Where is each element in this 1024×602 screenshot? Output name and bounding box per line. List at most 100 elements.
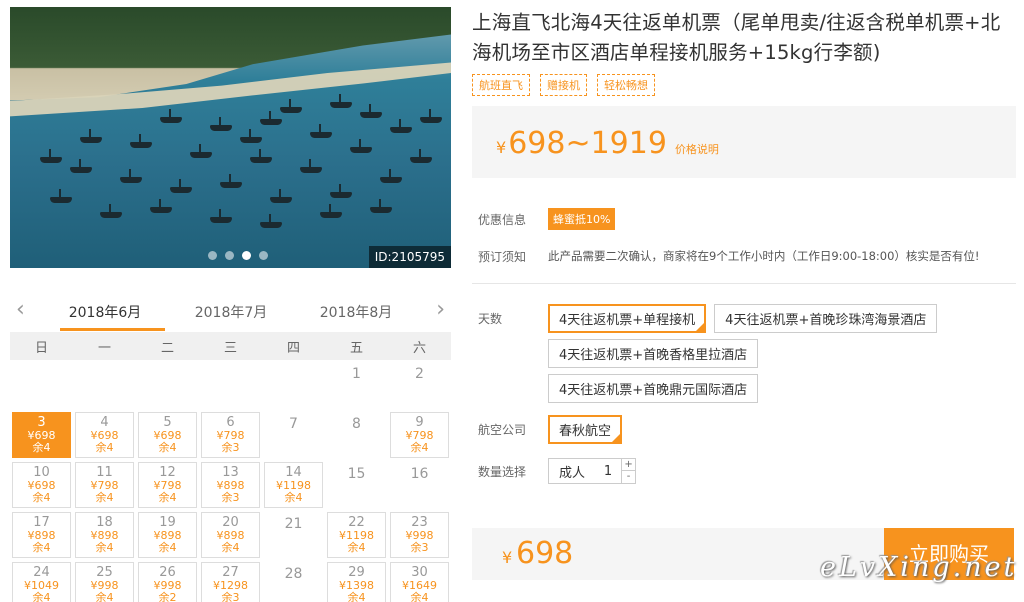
- day-number: 4: [100, 415, 109, 430]
- calendar-day[interactable]: 13 ¥898 余3: [201, 462, 260, 508]
- boat-shape: [350, 139, 372, 153]
- boat-shape: [250, 149, 272, 163]
- day-number: 28: [284, 566, 303, 582]
- boat-shape: [390, 119, 412, 133]
- calendar-day[interactable]: 4 ¥698 余4: [75, 412, 134, 458]
- day-number: 7: [289, 416, 298, 432]
- calendar-day[interactable]: 29 ¥1398 余4: [327, 562, 386, 602]
- boat-shape: [220, 174, 242, 188]
- quantity-row: 数量选择 成人 1 + -: [478, 458, 1016, 484]
- boat-shape: [50, 189, 72, 203]
- quantity-value[interactable]: 1: [595, 464, 621, 479]
- notice-label: 预订须知: [478, 250, 527, 264]
- calendar-nav: ‹ 2018年6月 2018年7月 2018年8月 ›: [10, 292, 451, 332]
- boat-shape: [410, 149, 432, 163]
- quantity-plus-icon[interactable]: +: [622, 459, 636, 471]
- boat-shape: [80, 129, 102, 143]
- calendar-day[interactable]: 14 ¥1198 余4: [264, 462, 323, 508]
- month-tab-1[interactable]: 2018年6月: [55, 302, 165, 331]
- day-number: 11: [96, 465, 113, 480]
- carousel-dot[interactable]: [225, 251, 234, 260]
- calendar-day[interactable]: 5 ¥698 余4: [138, 412, 197, 458]
- weekday-3: 三: [223, 340, 237, 356]
- calendar-day[interactable]: 30 ¥1649 余4: [390, 562, 449, 602]
- discount-badge: 蜂蜜抵10%: [548, 208, 616, 230]
- day-option-2[interactable]: 4天往返机票+首晚珍珠湾海景酒店: [714, 304, 938, 333]
- calendar-prev-icon[interactable]: ‹: [16, 299, 25, 321]
- day-number: 15: [347, 466, 366, 482]
- calendar-day[interactable]: 24 ¥1049 余4: [12, 562, 71, 602]
- boat-shape: [210, 117, 232, 131]
- calendar-day[interactable]: 25 ¥998 余4: [75, 562, 134, 602]
- day-number: 9: [415, 415, 424, 430]
- day-stock: 余4: [95, 541, 114, 554]
- weekday-2: 二: [160, 340, 174, 356]
- product-photo[interactable]: ID:2105795: [10, 7, 451, 268]
- month-tab-2[interactable]: 2018年7月: [181, 302, 281, 322]
- calendar-day[interactable]: 11 ¥798 余4: [75, 462, 134, 508]
- day-stock: 余4: [410, 441, 429, 454]
- calendar-day[interactable]: 3 ¥698 余4: [12, 412, 71, 458]
- calendar-day: 16: [388, 460, 451, 510]
- day-number: 27: [222, 565, 239, 580]
- calendar-day[interactable]: 23 ¥998 余3: [390, 512, 449, 558]
- price-calendar: ‹ 2018年6月 2018年7月 2018年8月 › 日一二三四五六 1 2 3 ¥…: [10, 292, 451, 602]
- day-number: 10: [33, 465, 50, 480]
- day-option-3[interactable]: 4天往返机票+首晚香格里拉酒店: [548, 339, 759, 368]
- calendar-day: 28: [262, 560, 325, 602]
- price-note-link[interactable]: 价格说明: [675, 141, 719, 157]
- calendar-grid: 1 2 3 ¥698 余4 4 ¥698 余4 5 ¥698 余4 6 ¥798 余3 7 8 9 ¥798 余4 1…: [10, 360, 451, 602]
- calendar-day[interactable]: 12 ¥798 余4: [138, 462, 197, 508]
- quantity-label: 数量选择: [478, 464, 527, 479]
- carousel-dot[interactable]: [242, 251, 251, 260]
- day-stock: 余4: [32, 591, 51, 602]
- carousel-dot[interactable]: [208, 251, 217, 260]
- day-number: 20: [222, 515, 239, 530]
- calendar-day[interactable]: 27 ¥1298 余3: [201, 562, 260, 602]
- day-stock: 余2: [158, 591, 177, 602]
- days-row: 天数 4天往返机票+单程接机 4天往返机票+首晚珍珠湾海景酒店 4天往返机票+首…: [478, 304, 1016, 403]
- calendar-next-icon[interactable]: ›: [436, 299, 445, 321]
- day-option-4[interactable]: 4天往返机票+首晚鼎元国际酒店: [548, 374, 759, 403]
- calendar-day[interactable]: 18 ¥898 余4: [75, 512, 134, 558]
- calendar-day[interactable]: 9 ¥798 余4: [390, 412, 449, 458]
- day-number: 22: [348, 515, 365, 530]
- month-tab-3[interactable]: 2018年8月: [306, 302, 406, 322]
- quantity-minus-icon[interactable]: -: [622, 471, 635, 483]
- day-stock: 余4: [32, 541, 51, 554]
- calendar-day[interactable]: 22 ¥1198 余4: [327, 512, 386, 558]
- calendar-day[interactable]: 26 ¥998 余2: [138, 562, 197, 602]
- airline-row: 航空公司 春秋航空: [478, 415, 1016, 444]
- day-option-1[interactable]: 4天往返机票+单程接机: [548, 304, 707, 333]
- day-stock: 余4: [410, 591, 429, 602]
- weekday-1: 一: [97, 340, 111, 356]
- day-stock: 余4: [221, 541, 240, 554]
- day-number: 18: [96, 515, 113, 530]
- calendar-day[interactable]: 17 ¥898 余4: [12, 512, 71, 558]
- product-tags: 航班直飞 赠接机 轻松畅想: [472, 74, 1016, 96]
- carousel-dot[interactable]: [259, 251, 268, 260]
- airline-option[interactable]: 春秋航空: [548, 415, 623, 444]
- calendar-empty-day: [199, 360, 262, 410]
- calendar-day[interactable]: 20 ¥898 余4: [201, 512, 260, 558]
- day-stock: 余4: [95, 491, 114, 504]
- weekday-0: 日: [34, 340, 48, 356]
- quantity-stepper[interactable]: 成人 1 + -: [548, 458, 637, 484]
- day-stock: 余3: [410, 541, 429, 554]
- watermark: eLvXing.net: [820, 552, 1018, 583]
- calendar-day[interactable]: 19 ¥898 余4: [138, 512, 197, 558]
- day-stock: 余4: [95, 591, 114, 602]
- day-number: 29: [348, 565, 365, 580]
- day-stock: 余4: [95, 441, 114, 454]
- day-stock: 余3: [221, 441, 240, 454]
- calendar-day[interactable]: 10 ¥698 余4: [12, 462, 71, 508]
- boat-shape: [210, 209, 232, 223]
- boat-shape: [370, 199, 392, 213]
- boat-shape: [160, 109, 182, 123]
- photo-id-label: ID:2105795: [368, 246, 451, 268]
- day-number: 5: [163, 415, 172, 430]
- tag-relax: 轻松畅想: [597, 74, 655, 96]
- calendar-day[interactable]: 6 ¥798 余3: [201, 412, 260, 458]
- calendar-day: 8: [325, 410, 388, 460]
- carousel-dots[interactable]: [208, 251, 268, 260]
